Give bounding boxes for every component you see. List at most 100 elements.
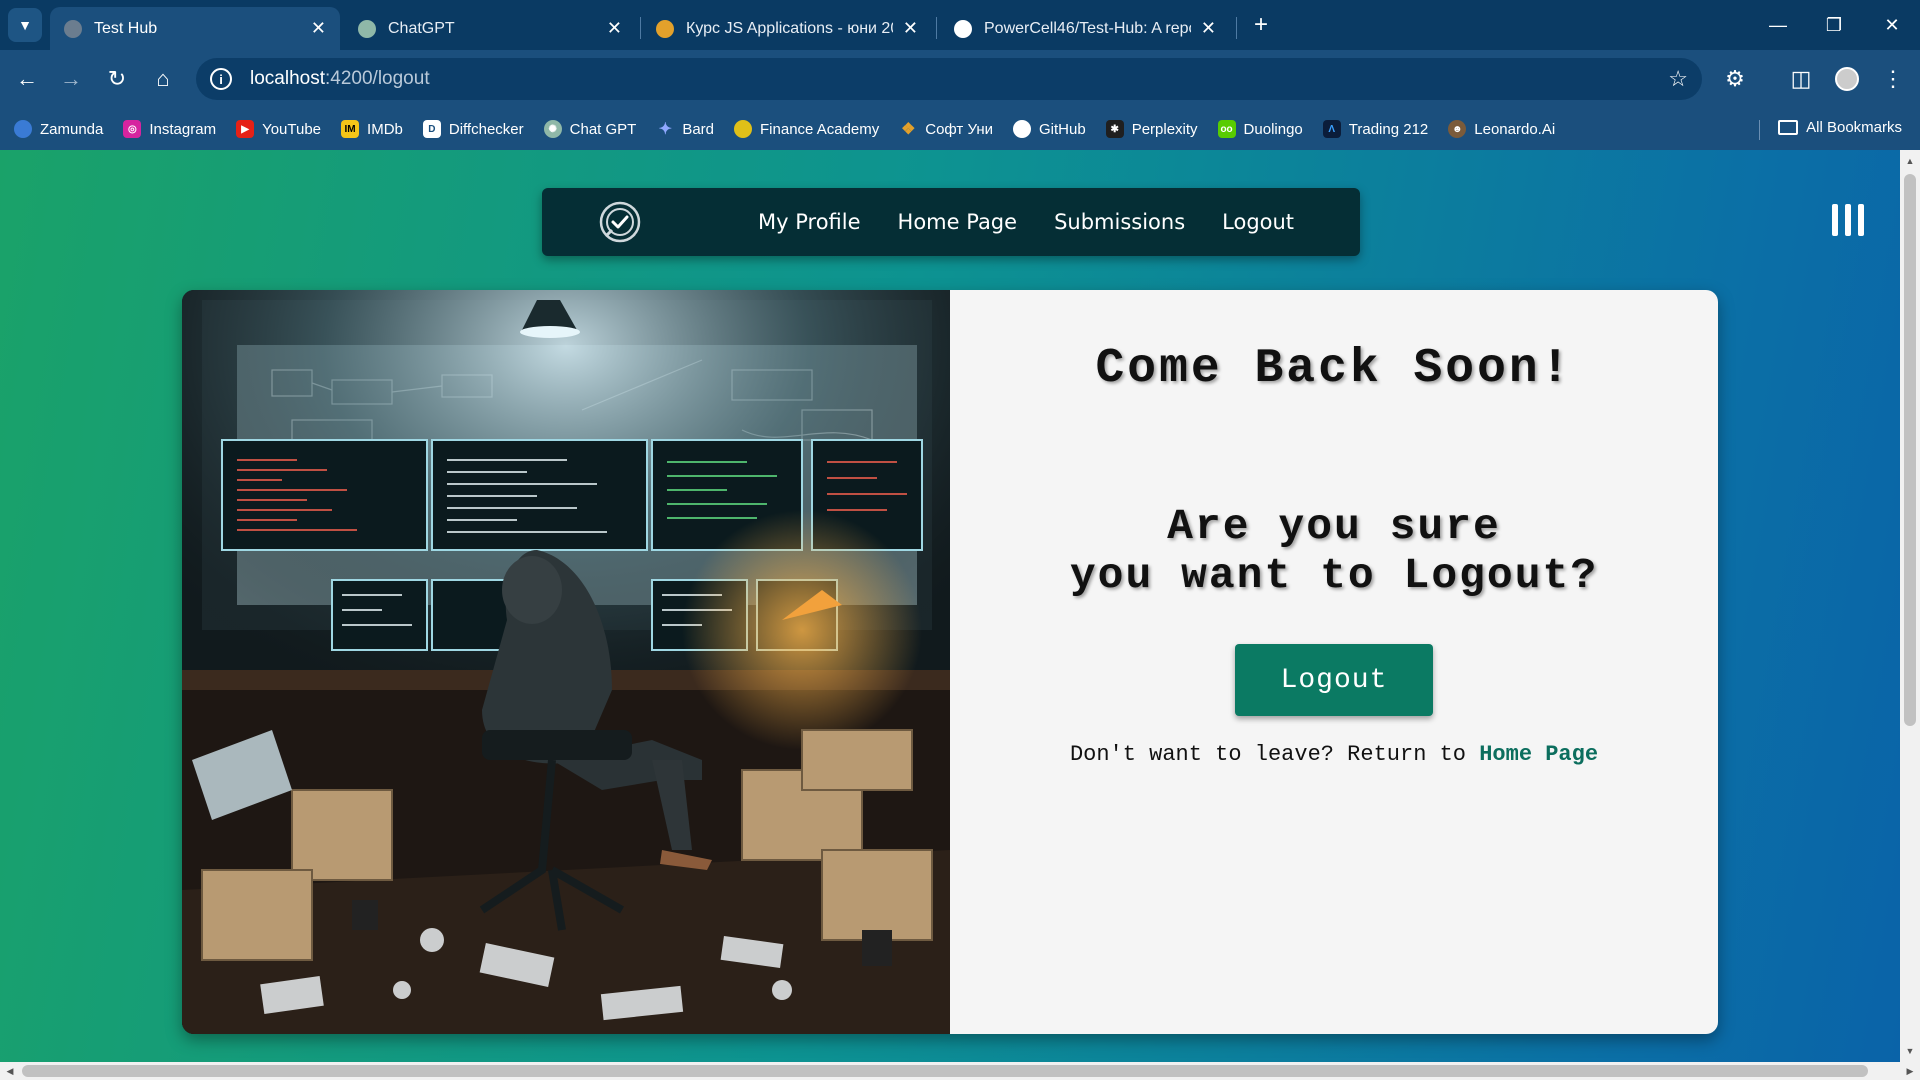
extensions-button[interactable]: ⚙ <box>1718 62 1752 96</box>
profile-button[interactable] <box>1830 62 1864 96</box>
vertical-scroll-thumb[interactable] <box>1904 174 1916 726</box>
nav-submissions[interactable]: Submissions <box>1054 210 1185 234</box>
arrow-right-icon: → <box>60 66 82 91</box>
vertical-scrollbar[interactable]: ▲ ▼ <box>1900 150 1920 1062</box>
bookmark-trading212[interactable]: Λ Trading 212 <box>1322 120 1429 138</box>
bookmarks-divider <box>1759 120 1760 140</box>
question-line-1: Are you sure <box>1167 502 1501 551</box>
close-icon: ✕ <box>1884 14 1900 35</box>
bookmark-chatgpt[interactable]: ✺ Chat GPT <box>543 120 636 138</box>
instagram-icon: ◎ <box>123 120 142 138</box>
bookmark-duolingo[interactable]: oo Duolingo <box>1217 120 1303 138</box>
scroll-up-icon[interactable]: ▲ <box>1900 152 1920 170</box>
logout-question: Are you sure you want to Logout? <box>950 502 1718 600</box>
youtube-icon: ▶ <box>236 120 255 138</box>
back-button[interactable]: ← <box>10 62 44 96</box>
bookmark-perplexity[interactable]: ✱ Perplexity <box>1105 120 1198 138</box>
home-page-link[interactable]: Home Page <box>1479 742 1598 767</box>
new-tab-button[interactable]: + <box>1246 10 1276 40</box>
home-icon: ⌂ <box>156 66 170 91</box>
perplexity-icon: ✱ <box>1105 120 1124 138</box>
bookmarks-bar: Zamunda ◎ Instagram ▶ YouTube IM IMDb D Diff… <box>0 108 1920 150</box>
bard-icon: ✦ <box>658 121 673 138</box>
test-hub-favicon-icon <box>64 19 82 38</box>
side-panel-icon: ◫ <box>1790 66 1812 91</box>
hamburger-menu-icon[interactable] <box>1832 204 1864 236</box>
trading212-icon: Λ <box>1322 120 1341 138</box>
close-icon[interactable]: ✕ <box>311 18 326 39</box>
browser-toolbar: ← → ↻ ⌂ i localhost:4200/logout ☆ ⚙ ◫ ⋮ <box>0 50 1920 108</box>
tab-chatgpt[interactable]: ChatGPT ✕ <box>344 7 636 50</box>
all-bookmarks-button[interactable]: All Bookmarks <box>1778 119 1902 136</box>
tab-test-hub[interactable]: Test Hub ✕ <box>50 7 340 50</box>
home-button[interactable]: ⌂ <box>146 62 180 96</box>
minimize-icon: — <box>1769 14 1787 35</box>
bookmark-youtube[interactable]: ▶ YouTube <box>236 120 321 138</box>
bookmark-label: Leonardo.Ai <box>1474 120 1556 138</box>
side-panel-button[interactable]: ◫ <box>1784 62 1818 96</box>
horizontal-scrollbar[interactable]: ◀ ▶ <box>0 1062 1920 1080</box>
test-hub-logo-icon[interactable] <box>598 200 642 244</box>
restore-button[interactable]: ❐ <box>1814 10 1854 40</box>
page-viewport: My Profile Home Page Submissions Logout <box>0 150 1920 1080</box>
page-title: Come Back Soon! <box>1095 342 1573 396</box>
tab-title: ChatGPT <box>388 19 455 37</box>
kebab-menu-icon: ⋮ <box>1882 66 1904 91</box>
bookmark-github[interactable]: GitHub <box>1013 120 1086 138</box>
bookmark-imdb[interactable]: IM IMDb <box>341 120 403 138</box>
site-info-icon[interactable]: i <box>210 68 232 90</box>
all-bookmarks-label: All Bookmarks <box>1806 119 1902 136</box>
bookmark-finance-academy[interactable]: Finance Academy <box>734 120 879 138</box>
menu-button[interactable]: ⋮ <box>1876 62 1910 96</box>
hamburger-bar <box>1858 204 1864 236</box>
bookmark-diffchecker[interactable]: D Diffchecker <box>422 120 524 138</box>
close-icon[interactable]: ✕ <box>1201 18 1216 39</box>
tab-github-repo[interactable]: PowerCell46/Test-Hub: A repository ✕ <box>940 7 1230 50</box>
scroll-right-icon[interactable]: ▶ <box>1900 1062 1920 1080</box>
forward-button[interactable]: → <box>54 62 88 96</box>
nav-home-page[interactable]: Home Page <box>898 210 1018 234</box>
nav-my-profile[interactable]: My Profile <box>758 210 861 234</box>
close-icon[interactable]: ✕ <box>607 18 622 39</box>
horizontal-scroll-thumb[interactable] <box>22 1065 1868 1077</box>
bookmark-label: Trading 212 <box>1348 120 1429 138</box>
bookmark-label: Finance Academy <box>760 120 880 138</box>
url-text[interactable]: localhost:4200/logout <box>250 68 430 90</box>
nav-logout[interactable]: Logout <box>1222 210 1294 234</box>
github-favicon-icon <box>954 19 972 38</box>
bookmark-label: IMDb <box>367 120 403 138</box>
nav-links: My Profile Home Page Submissions Logout <box>758 188 1331 256</box>
bookmark-leonardo[interactable]: ☻ Leonardo.Ai <box>1448 120 1555 138</box>
address-bar[interactable]: i localhost:4200/logout ☆ <box>196 58 1702 100</box>
close-window-button[interactable]: ✕ <box>1872 10 1912 40</box>
tab-separator <box>936 17 937 39</box>
zamunda-icon <box>14 120 32 138</box>
tab-title: Test Hub <box>94 19 158 37</box>
logout-button[interactable]: Logout <box>1235 644 1433 716</box>
tab-title: PowerCell46/Test-Hub: A repository <box>984 19 1191 37</box>
bookmark-bard[interactable]: ✦ Bard <box>656 120 714 139</box>
plus-icon: + <box>1253 11 1268 38</box>
minimize-button[interactable]: — <box>1758 10 1798 40</box>
chevron-down-icon: ▼ <box>18 17 32 33</box>
reload-button[interactable]: ↻ <box>100 62 134 96</box>
hamburger-bar <box>1845 204 1851 236</box>
leonardo-icon: ☻ <box>1448 120 1467 138</box>
chatgpt-icon: ✺ <box>543 120 562 138</box>
scroll-left-icon[interactable]: ◀ <box>0 1062 20 1080</box>
bookmark-label: YouTube <box>262 120 322 138</box>
tab-js-applications[interactable]: Курс JS Applications - юни 2024 ✕ <box>642 7 932 50</box>
bookmark-softuni[interactable]: ❖ Софт Уни <box>899 120 993 139</box>
scroll-down-icon[interactable]: ▼ <box>1900 1042 1920 1060</box>
tab-search-button[interactable]: ▼ <box>8 8 42 42</box>
bookmark-zamunda[interactable]: Zamunda <box>14 120 103 138</box>
restore-icon: ❐ <box>1825 14 1843 35</box>
finance-academy-icon <box>734 120 753 138</box>
url-host: localhost <box>250 68 325 89</box>
bookmark-star-icon[interactable]: ☆ <box>1668 66 1688 92</box>
bookmark-label: Софт Уни <box>925 120 993 138</box>
bookmark-instagram[interactable]: ◎ Instagram <box>123 120 216 138</box>
frustrated-developer-illustration <box>182 290 950 1034</box>
logout-panel: Come Back Soon! Are you sure you want to… <box>950 290 1718 1034</box>
close-icon[interactable]: ✕ <box>903 18 918 39</box>
